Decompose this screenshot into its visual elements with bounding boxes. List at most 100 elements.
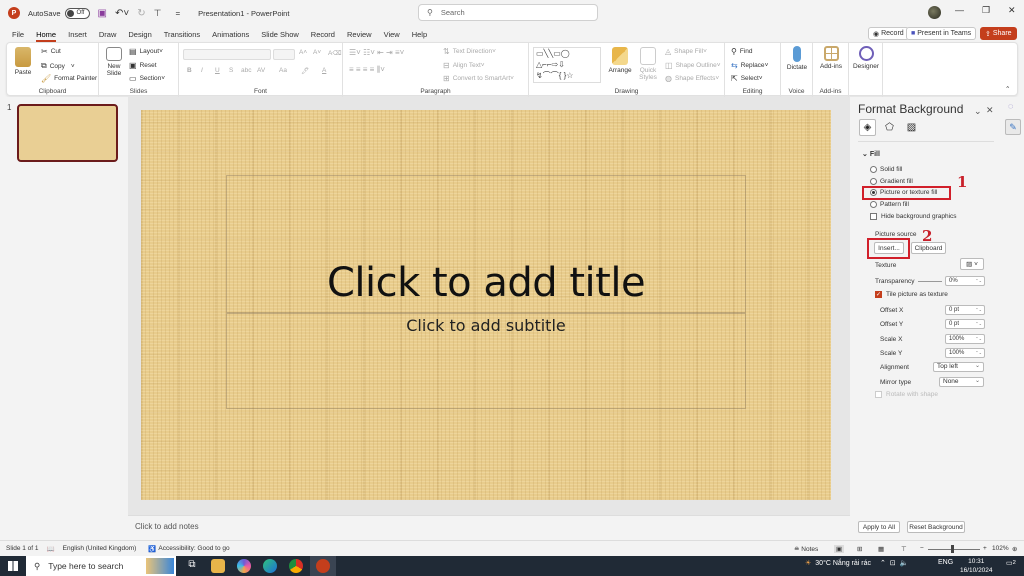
autosave-toggle[interactable]: Off bbox=[64, 7, 90, 19]
offset-y-input[interactable]: 0 pt bbox=[945, 319, 985, 329]
chrome-icon[interactable] bbox=[289, 559, 303, 573]
share-button[interactable]: ⇪ Share bbox=[980, 27, 1017, 40]
tab-review[interactable]: Review bbox=[347, 26, 372, 42]
present-in-teams-button[interactable]: ■ Present in Teams bbox=[906, 27, 977, 40]
gradient-fill-radio[interactable]: Gradient fill bbox=[870, 178, 913, 185]
bold-button[interactable]: B bbox=[187, 67, 192, 74]
reset-button[interactable]: ▣ Reset bbox=[129, 61, 157, 70]
layout-button[interactable]: ▤ Layout ˅ bbox=[129, 47, 163, 56]
highlight-button[interactable]: 🖊 bbox=[301, 67, 309, 75]
tab-design[interactable]: Design bbox=[128, 26, 151, 42]
file-explorer-icon[interactable] bbox=[211, 559, 225, 573]
reset-background-button[interactable]: Reset Background bbox=[907, 521, 965, 533]
transparency-input[interactable]: 0% bbox=[945, 276, 985, 286]
tab-record[interactable]: Record bbox=[311, 26, 335, 42]
bullets-button[interactable]: ☰˅ ☷˅ ⇤ ⇥ ≡˅ bbox=[349, 48, 404, 57]
fill-section-header[interactable]: ⌄ Fill bbox=[862, 150, 880, 158]
addins-button[interactable]: Add-ins bbox=[816, 46, 846, 70]
search-box[interactable]: ⚲ Search bbox=[418, 4, 598, 21]
paste-button[interactable]: Paste bbox=[11, 47, 35, 76]
minimize-button[interactable]: — bbox=[955, 5, 964, 15]
dictate-button[interactable]: Dictate bbox=[784, 46, 810, 71]
record-button[interactable]: ◉ Record bbox=[868, 27, 909, 40]
clock[interactable]: 10:31 16/10/2024 bbox=[960, 557, 993, 575]
tab-view[interactable]: View bbox=[384, 26, 400, 42]
arrange-button[interactable]: Arrange bbox=[607, 47, 633, 74]
task-view-icon[interactable]: ⧉ bbox=[185, 559, 199, 573]
shadow-button[interactable]: abc bbox=[241, 67, 251, 74]
transparency-slider[interactable] bbox=[918, 281, 942, 282]
apply-to-all-button[interactable]: Apply to All bbox=[858, 521, 900, 533]
autosave-control[interactable]: AutoSave Off bbox=[28, 7, 90, 19]
present-from-start-icon[interactable]: ⊤ bbox=[154, 8, 162, 19]
format-pane-icon[interactable]: ✎ bbox=[1005, 119, 1021, 135]
fit-to-window-icon[interactable]: ⊕ bbox=[1012, 545, 1017, 553]
font-name-combo[interactable] bbox=[183, 49, 271, 60]
find-button[interactable]: ⚲ Find bbox=[731, 47, 753, 56]
copilot-icon[interactable] bbox=[237, 559, 251, 573]
grow-font-button[interactable]: A˄ bbox=[299, 49, 307, 56]
zoom-slider[interactable] bbox=[928, 549, 980, 550]
shape-outline-button[interactable]: ◫ Shape Outline ˅ bbox=[665, 61, 721, 70]
save-icon[interactable]: ▣ bbox=[98, 8, 107, 19]
normal-view-icon[interactable]: ▣ bbox=[834, 544, 845, 553]
font-color-button[interactable]: A bbox=[322, 67, 326, 74]
tile-picture-checkbox[interactable]: ✓ Tile picture as texture bbox=[875, 291, 948, 298]
slide[interactable]: Click to add title Click to add subtitle bbox=[141, 110, 831, 500]
accessibility-status[interactable]: Accessibility: Good to go bbox=[158, 545, 229, 552]
zoom-level[interactable]: 102% bbox=[992, 545, 1009, 552]
language[interactable]: English (United Kingdom) bbox=[63, 545, 137, 552]
new-slide-button[interactable]: New Slide bbox=[103, 47, 125, 77]
shape-fill-button[interactable]: ◬ Shape Fill ˅ bbox=[665, 47, 707, 56]
shape-effects-button[interactable]: ◍ Shape Effects ˅ bbox=[665, 74, 719, 83]
tab-transitions[interactable]: Transitions bbox=[164, 26, 200, 42]
user-avatar[interactable] bbox=[928, 6, 941, 19]
undo-icon[interactable]: ↶˅ bbox=[115, 8, 129, 19]
effects-tab-icon[interactable]: ⬠ bbox=[881, 119, 898, 136]
picture-tab-icon[interactable]: ▨ bbox=[903, 119, 920, 136]
copy-button[interactable]: ⧉ Copy ˅ bbox=[41, 61, 75, 71]
char-spacing-button[interactable]: AV bbox=[257, 67, 265, 74]
clear-format-button[interactable]: A⌫ bbox=[328, 49, 342, 57]
tab-insert[interactable]: Insert bbox=[68, 26, 87, 42]
slideshow-icon[interactable]: ⊤ bbox=[901, 545, 907, 553]
offset-x-input[interactable]: 0 pt bbox=[945, 305, 985, 315]
restore-button[interactable]: ❐ bbox=[982, 5, 990, 16]
zoom-slider-thumb[interactable] bbox=[951, 545, 954, 553]
shapes-gallery[interactable]: ▭╲╲▭◯ △⌐⌐⇨⇩ ↯⌒⌒{ }☆ bbox=[533, 47, 601, 83]
slide-thumbnail[interactable] bbox=[17, 104, 118, 162]
scale-y-input[interactable]: 100% bbox=[945, 348, 985, 358]
tab-help[interactable]: Help bbox=[412, 26, 427, 42]
hide-background-graphics-checkbox[interactable]: Hide background graphics bbox=[870, 213, 957, 220]
rotate-with-shape-checkbox[interactable]: Rotate with shape bbox=[875, 391, 938, 398]
zoom-in-icon[interactable]: + bbox=[983, 545, 987, 552]
text-direction-button[interactable]: ⇅ Text Direction ˅ bbox=[443, 47, 496, 56]
cut-button[interactable]: ✂ Cut bbox=[41, 47, 61, 56]
shrink-font-button[interactable]: A˅ bbox=[313, 49, 321, 56]
panel-close-icon[interactable]: ✕ bbox=[986, 105, 994, 116]
font-size-combo[interactable] bbox=[273, 49, 295, 60]
scale-x-input[interactable]: 100% bbox=[945, 334, 985, 344]
panel-options-icon[interactable]: ⌄ bbox=[974, 106, 982, 117]
italic-button[interactable]: I bbox=[201, 67, 203, 74]
designer-button[interactable]: Designer bbox=[851, 46, 881, 70]
spellcheck-icon[interactable]: 📖 bbox=[47, 545, 55, 553]
slide-sorter-icon[interactable]: ⊞ bbox=[857, 545, 862, 553]
alignment-buttons[interactable]: ≡ ≡ ≡ ≡ ⫼˅ bbox=[349, 65, 385, 75]
notes-button[interactable]: ≘ Notes bbox=[794, 545, 818, 553]
section-button[interactable]: ▭ Section ˅ bbox=[129, 74, 165, 83]
weather-widget[interactable]: ☀ 30°C Nắng rải rác bbox=[805, 559, 871, 568]
slide-title[interactable]: Click to add title bbox=[141, 260, 831, 306]
fill-tab-icon[interactable]: ◈ bbox=[859, 119, 876, 136]
powerpoint-taskbar-button[interactable] bbox=[310, 556, 336, 576]
tab-animations[interactable]: Animations bbox=[212, 26, 249, 42]
tray-icons[interactable]: ⌃ ⊡ 🔈 bbox=[880, 559, 908, 567]
taskbar-search[interactable]: ⚲ Type here to search bbox=[26, 556, 176, 576]
texture-picker[interactable]: ▨ ˅ bbox=[960, 258, 984, 270]
zoom-out-icon[interactable]: − bbox=[920, 545, 924, 552]
notification-center[interactable]: ▭ 2 bbox=[1006, 559, 1016, 567]
slide-subtitle[interactable]: Click to add subtitle bbox=[141, 316, 831, 335]
tab-draw[interactable]: Draw bbox=[99, 26, 117, 42]
designer-pane-icon[interactable]: ◌ bbox=[1008, 101, 1013, 111]
close-button[interactable]: ✕ bbox=[1008, 5, 1016, 16]
